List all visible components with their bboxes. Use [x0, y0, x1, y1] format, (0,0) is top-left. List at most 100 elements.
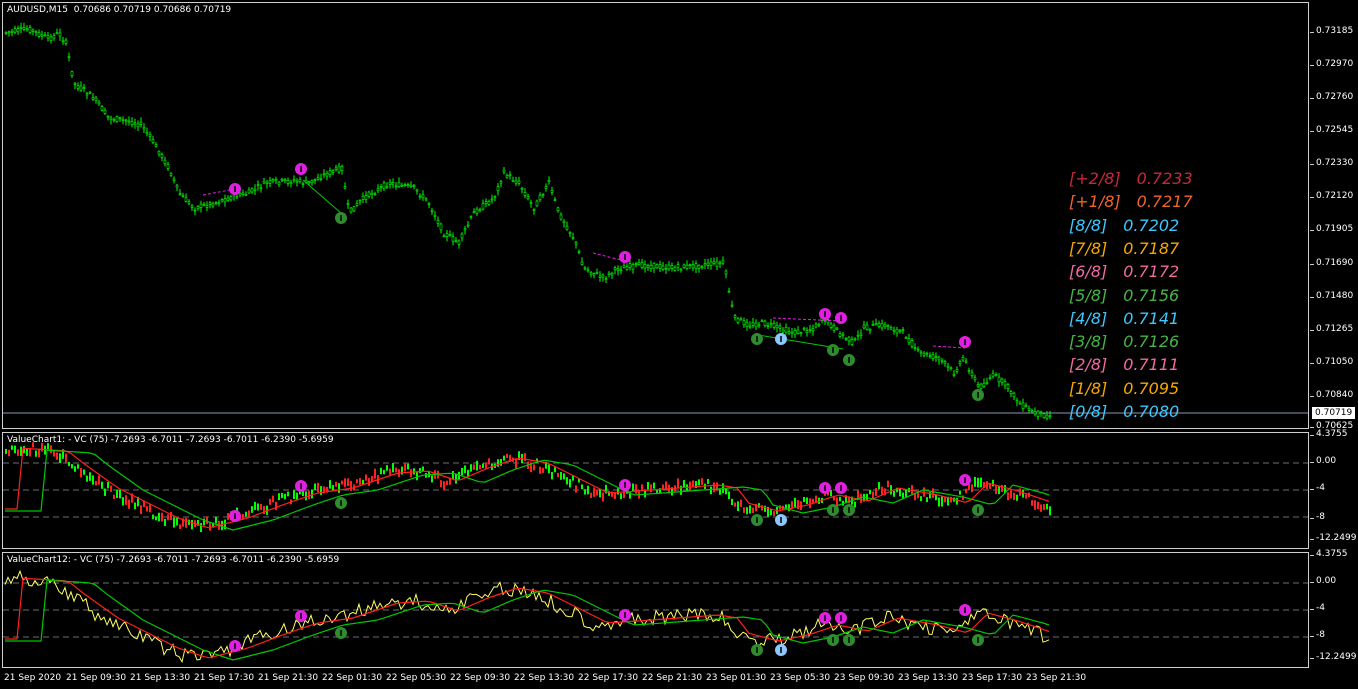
- candle-body: [529, 202, 533, 204]
- candle-body: [343, 186, 347, 189]
- value-tick: -8: [1310, 512, 1325, 522]
- candle-body: [310, 180, 314, 184]
- candle-body: [760, 320, 764, 323]
- vc-bar: [458, 471, 460, 481]
- candle-body: [385, 185, 389, 188]
- vc-bar: [575, 485, 577, 493]
- candle-body: [487, 201, 491, 205]
- candle-body: [178, 193, 182, 196]
- candle-body: [949, 367, 953, 370]
- candle-body: [649, 264, 653, 269]
- value-tick: 0.00: [1309, 456, 1337, 466]
- vc-bar: [974, 476, 976, 487]
- candle-body: [1036, 410, 1040, 417]
- candle-body: [7, 31, 11, 34]
- candle-body: [262, 180, 266, 184]
- candle-body: [478, 209, 482, 212]
- vc-bar: [959, 490, 961, 495]
- candle-body: [556, 207, 560, 212]
- vc-bar: [911, 485, 913, 495]
- vc-bar: [80, 468, 82, 478]
- candle-body: [796, 329, 800, 334]
- candle-body: [1027, 408, 1031, 411]
- candle-body: [904, 337, 908, 339]
- candle-body: [583, 267, 587, 270]
- price-axis[interactable]: 0.73185 0.72970 0.72760 0.72545 0.72330 0.721…: [1309, 2, 1358, 431]
- price-chart-pane[interactable]: AUDUSD,M15 0.70686 0.70719 0.70686 0.707…: [2, 2, 1309, 429]
- vc-bar: [164, 518, 166, 527]
- candle-body: [874, 323, 878, 325]
- candle-body: [1024, 405, 1028, 407]
- candle-body: [991, 373, 995, 377]
- divergence-line: [772, 317, 842, 322]
- vc-bar: [311, 489, 313, 499]
- vc-bar: [305, 491, 307, 501]
- candle-body: [748, 325, 752, 328]
- candle-body: [61, 40, 65, 43]
- vc-bar: [500, 458, 502, 466]
- candle-body: [817, 323, 821, 326]
- vc-bar: [74, 466, 76, 472]
- candle-body: [868, 328, 872, 331]
- vc-bar: [308, 490, 310, 500]
- vc-bar: [260, 503, 262, 511]
- price-tick: 0.71050: [1309, 357, 1354, 367]
- candle-body: [58, 32, 62, 37]
- candle-body: [955, 369, 959, 372]
- candle-body: [862, 324, 866, 329]
- vc-bar: [488, 458, 490, 465]
- candle-body: [973, 377, 977, 380]
- candle-body: [946, 365, 950, 368]
- candle-body: [361, 195, 365, 200]
- vc-bar: [893, 490, 895, 497]
- candle-body: [901, 329, 905, 331]
- candle-body: [526, 196, 530, 200]
- candle-body: [31, 29, 35, 32]
- candle-body: [784, 327, 788, 333]
- valuechart1-pane[interactable]: ValueChart1: - VC (75) -7.2693 -6.7011 -…: [2, 432, 1309, 549]
- time-tick: 21 Sep 2020: [4, 673, 62, 683]
- candle-body: [976, 384, 980, 387]
- candle-body: [811, 328, 815, 332]
- vc-bar: [713, 482, 715, 493]
- vc-bar: [1049, 506, 1051, 516]
- candle-body: [913, 347, 917, 350]
- vc-bar: [944, 497, 946, 503]
- candle-body: [145, 131, 149, 134]
- vc-bar: [938, 497, 940, 507]
- candle-body: [970, 372, 974, 376]
- candle-body: [88, 91, 92, 94]
- candle-body: [193, 209, 197, 212]
- vc-bar: [926, 497, 928, 503]
- candle-body: [589, 272, 593, 275]
- candle-body: [28, 27, 32, 33]
- vc-bar: [365, 474, 367, 481]
- candle-body: [160, 154, 164, 158]
- candle-body: [691, 264, 695, 269]
- candle-body: [253, 188, 257, 191]
- vc-bar: [596, 489, 598, 496]
- candle-body: [859, 333, 863, 336]
- time-tick: 21 Sep 09:30: [66, 673, 127, 683]
- price-tick: 0.73185: [1309, 26, 1354, 36]
- vc-bar: [5, 448, 7, 454]
- candle-body: [733, 315, 737, 318]
- candle-body: [898, 330, 902, 332]
- candle-body: [394, 185, 398, 188]
- candle-body: [655, 264, 659, 269]
- vc-bar: [314, 483, 316, 490]
- valuechart2-axis: 4.3755 0.00 -4 -8 -12.2499: [1309, 549, 1358, 668]
- time-tick: 21 Sep 13:30: [130, 673, 191, 683]
- time-axis[interactable]: 21 Sep 2020 21 Sep 09:30 21 Sep 13:30 21 Se…: [0, 670, 1310, 689]
- vc-bar: [20, 446, 22, 457]
- valuechart2-pane[interactable]: ValueChart12: - VC (75) -7.2693 -6.7011 …: [2, 552, 1309, 668]
- candle-body: [580, 261, 584, 265]
- candle-body: [238, 192, 242, 196]
- valuechart1-axis: 4.3755 0.00 -4 -8 -12.2499: [1309, 429, 1358, 549]
- candle-body: [130, 121, 134, 126]
- candle-body: [271, 179, 275, 182]
- candle-body: [16, 28, 20, 33]
- vc-bar: [119, 489, 121, 499]
- price-tick: 0.72120: [1309, 191, 1354, 201]
- price-tick: 0.71690: [1309, 258, 1354, 268]
